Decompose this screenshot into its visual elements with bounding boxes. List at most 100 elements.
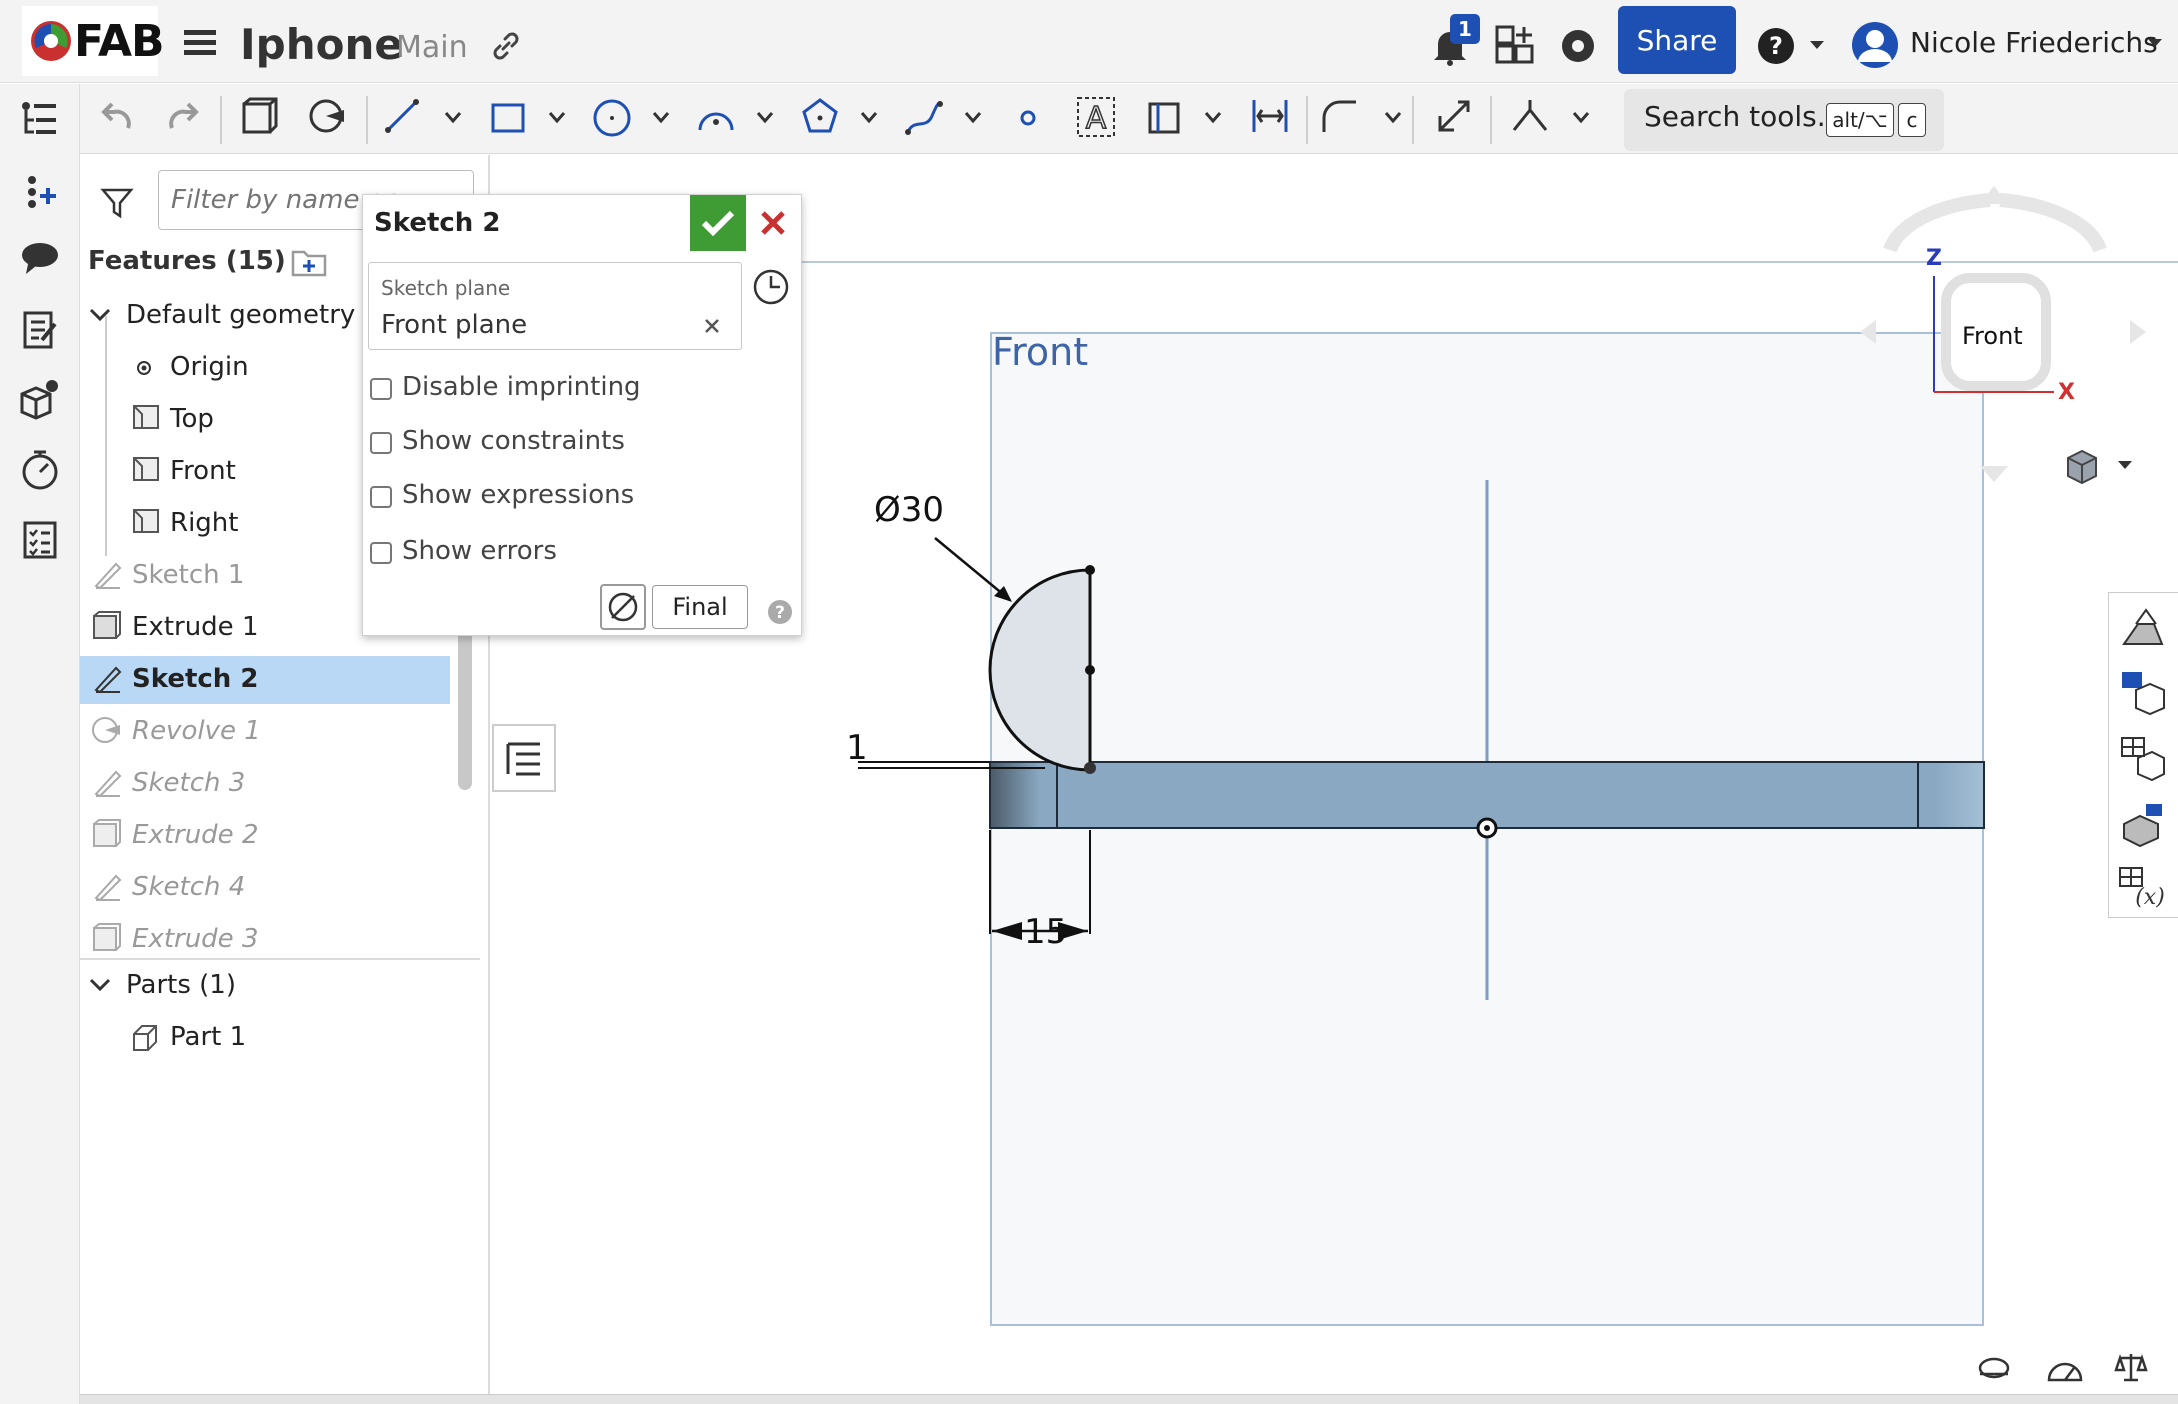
show-constraints-checkbox[interactable] [370, 432, 392, 454]
user-name[interactable]: Nicole Friederichs [1910, 26, 2158, 59]
line-chevron-down-icon[interactable] [444, 110, 462, 124]
feature-list-icon[interactable] [20, 100, 60, 140]
polygon-tool-icon[interactable] [800, 96, 840, 136]
sketch-3-icon [94, 770, 122, 798]
offset-dimension[interactable]: 1 [846, 728, 868, 768]
avatar[interactable] [1850, 20, 1900, 70]
construction-tool-icon[interactable] [1510, 96, 1550, 136]
protractor-icon[interactable] [2046, 1352, 2084, 1384]
add-folder-icon[interactable] [290, 244, 328, 278]
text-tool-icon[interactable]: A [1076, 96, 1116, 138]
share-button[interactable]: Share [1618, 6, 1736, 74]
axis-z-label: Z [1926, 246, 1942, 271]
line-tool-icon[interactable] [384, 98, 420, 134]
bom-checklist-icon[interactable] [22, 520, 58, 560]
document-title[interactable]: Iphone [240, 20, 403, 69]
render-mode-chevron-down-icon[interactable] [2116, 458, 2134, 472]
insert-part-icon[interactable] [22, 172, 62, 212]
render-mode-cube-icon[interactable] [2062, 446, 2102, 486]
search-tools-label: Search tools... [1644, 100, 1844, 133]
use-tool-icon[interactable] [1146, 98, 1182, 136]
history-stopwatch-icon[interactable] [20, 448, 60, 492]
tree-item-right[interactable]: Right [170, 508, 238, 538]
view-cube-face-label[interactable]: Front [1962, 322, 2023, 350]
tree-group-default-geometry[interactable]: Default geometry [126, 300, 355, 330]
tree-item-origin[interactable]: Origin [170, 352, 249, 382]
sketch-2-icon [94, 666, 122, 694]
revolve-tool-icon[interactable] [308, 96, 348, 136]
branch-name[interactable]: Main [396, 30, 468, 65]
dimension-tool-icon[interactable] [1250, 96, 1290, 136]
filter-icon[interactable] [100, 186, 134, 220]
variable-table-icon[interactable] [2118, 734, 2168, 782]
svg-text:(x): (x) [2135, 885, 2165, 910]
fillet-chevron-down-icon[interactable] [1384, 110, 1402, 124]
dialog-help-icon[interactable]: ? [766, 598, 794, 626]
help-icon[interactable]: ? [1756, 26, 1796, 66]
cancel-button[interactable] [752, 200, 794, 246]
construction-chevron-down-icon[interactable] [1572, 110, 1590, 124]
width-dimension[interactable]: 15 [1024, 912, 1067, 952]
comments-icon[interactable] [20, 240, 60, 276]
fillet-tool-icon[interactable] [1320, 98, 1360, 136]
show-constraints-label: Show constraints [402, 426, 625, 456]
svg-text:?: ? [775, 603, 785, 623]
circle-tool-icon[interactable] [592, 98, 632, 138]
appearance-panel-icon[interactable] [2118, 604, 2168, 652]
tree-item-sketch-2[interactable]: Sketch 2 [132, 664, 258, 694]
tree-item-top[interactable]: Top [170, 404, 214, 434]
tree-item-part-1[interactable]: Part 1 [170, 1022, 246, 1052]
tree-item-extrude-2[interactable]: Extrude 2 [132, 820, 258, 850]
properties-icon[interactable] [22, 310, 58, 350]
tree-item-extrude-3[interactable]: Extrude 3 [132, 924, 258, 954]
use-chevron-down-icon[interactable] [1204, 110, 1222, 124]
point-tool-icon[interactable] [1018, 108, 1038, 128]
configuration-panel-icon[interactable] [2118, 668, 2168, 716]
mass-properties-icon[interactable] [18, 378, 62, 422]
sketch-history-clock-icon[interactable] [752, 268, 790, 306]
function-variables-icon[interactable]: (x) [2116, 864, 2170, 912]
parts-chevron-down-icon[interactable] [88, 976, 112, 994]
scale-balance-icon[interactable] [2114, 1350, 2148, 1384]
arc-tool-icon[interactable] [696, 98, 736, 138]
feature-list-scrollbar[interactable] [458, 620, 472, 790]
tree-item-front[interactable]: Front [170, 456, 236, 486]
undo-icon[interactable] [98, 100, 134, 136]
learning-center-icon[interactable] [1558, 26, 1598, 66]
tree-item-extrude-1[interactable]: Extrude 1 [132, 612, 258, 642]
spline-chevron-down-icon[interactable] [964, 110, 982, 124]
show-expressions-checkbox[interactable] [370, 486, 392, 508]
sketch-inspect-icon[interactable] [600, 584, 646, 630]
app-store-icon[interactable] [1494, 24, 1536, 66]
disable-imprinting-checkbox[interactable] [370, 378, 392, 400]
named-views-icon[interactable] [2118, 800, 2168, 848]
user-chevron-down-icon[interactable] [2146, 36, 2164, 50]
disable-imprinting-label: Disable imprinting [402, 372, 641, 402]
redo-icon[interactable] [166, 100, 202, 136]
spline-tool-icon[interactable] [904, 98, 944, 138]
tree-item-sketch-4[interactable]: Sketch 4 [132, 872, 245, 902]
circle-chevron-down-icon[interactable] [652, 110, 670, 124]
polygon-chevron-down-icon[interactable] [860, 110, 878, 124]
rectangle-chevron-down-icon[interactable] [548, 110, 566, 124]
trim-tool-icon[interactable] [1434, 96, 1474, 136]
measure-tape-icon[interactable] [1976, 1354, 2012, 1384]
arc-chevron-down-icon[interactable] [756, 110, 774, 124]
diameter-dimension[interactable]: Ø30 [874, 490, 944, 530]
sketch-list-toggle-icon[interactable] [492, 724, 556, 792]
link-icon[interactable] [490, 30, 522, 62]
show-errors-checkbox[interactable] [370, 542, 392, 564]
help-chevron-down-icon[interactable] [1808, 38, 1826, 52]
confirm-button[interactable] [690, 195, 746, 251]
tree-item-sketch-1[interactable]: Sketch 1 [132, 560, 244, 590]
tree-item-revolve-1[interactable]: Revolve 1 [132, 716, 261, 746]
final-button[interactable]: Final [652, 585, 748, 629]
extrude-tool-icon[interactable] [240, 96, 280, 136]
default-geometry-chevron-down-icon[interactable] [88, 306, 112, 324]
show-expressions-label: Show expressions [402, 480, 635, 510]
tree-group-parts[interactable]: Parts (1) [126, 970, 236, 1000]
tree-item-sketch-3[interactable]: Sketch 3 [132, 768, 245, 798]
menu-icon[interactable] [182, 28, 218, 58]
clear-plane-icon[interactable] [702, 316, 722, 336]
rectangle-tool-icon[interactable] [490, 100, 526, 136]
